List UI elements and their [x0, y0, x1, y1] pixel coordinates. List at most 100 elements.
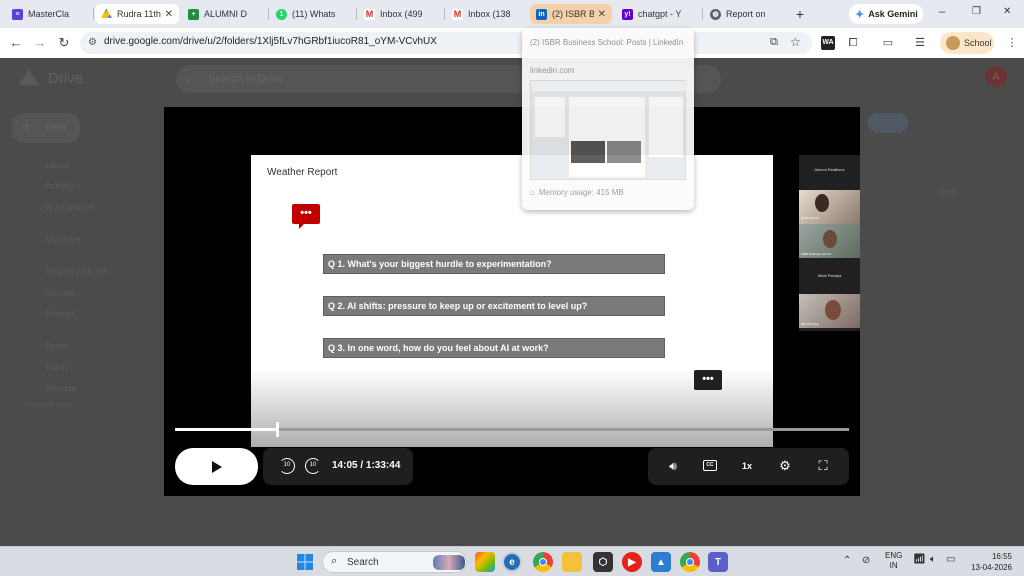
- tab-drive[interactable]: Rudra 11th ✕: [95, 4, 179, 24]
- new-tab-button[interactable]: +: [792, 5, 808, 23]
- extensions-puzzle-icon[interactable]: ⧠: [845, 35, 861, 51]
- copilot-icon[interactable]: [475, 552, 495, 572]
- close-tab-icon[interactable]: ✕: [598, 9, 606, 20]
- browser-menu-icon[interactable]: ⋮: [1004, 35, 1020, 51]
- forward-10-icon[interactable]: 10: [305, 458, 321, 474]
- nav-starred[interactable]: Starred: [45, 309, 75, 319]
- extension-wa-icon[interactable]: WA: [821, 36, 835, 50]
- volume-icon[interactable]: 🔊︎: [665, 458, 681, 474]
- close-tab-icon[interactable]: ✕: [165, 9, 173, 20]
- participant-name: Rudra Kamat: [801, 216, 819, 220]
- notifications-off-icon[interactable]: ⊘: [862, 555, 870, 566]
- sort-button[interactable]: Sort: [940, 186, 957, 196]
- tab-separator: [356, 8, 357, 20]
- thumb-header: [531, 81, 687, 91]
- install-app-icon[interactable]: ⧉: [770, 36, 778, 49]
- tab-masterclass[interactable]: ≡ MasterCla: [6, 4, 92, 24]
- file-explorer-icon[interactable]: [562, 552, 582, 572]
- back-arrow-icon[interactable]: ←: [8, 35, 24, 51]
- nav-spam[interactable]: Spam: [45, 341, 69, 351]
- panel-header: Alumni Relations: [814, 167, 845, 172]
- search-icon: ⌕: [331, 555, 338, 567]
- view-toggle[interactable]: [868, 113, 908, 133]
- app-cube-icon[interactable]: ⬡: [593, 552, 613, 572]
- tab-sheets[interactable]: + ALUMNI D: [182, 4, 266, 24]
- minimize-button[interactable]: –: [939, 6, 945, 18]
- tab-label: Rudra 11th: [117, 9, 161, 19]
- wifi-icon[interactable]: 📶︎: [913, 554, 926, 565]
- tab-yahoo[interactable]: y! chatgpt - Y: [616, 4, 700, 24]
- tab-gmail-1[interactable]: M Inbox (499: [358, 4, 442, 24]
- language-indicator[interactable]: ENG IN: [885, 551, 902, 571]
- profile-avatar-icon: [946, 36, 960, 50]
- clock[interactable]: 16:55 13-04-2026: [964, 551, 1012, 573]
- nav-shared[interactable]: Shared with me: [45, 266, 108, 276]
- chrome-profile-icon[interactable]: [680, 552, 700, 572]
- tab-whatsapp[interactable]: 1 (11) Whats: [270, 4, 354, 24]
- new-button[interactable]: + New: [12, 113, 80, 143]
- maximize-button[interactable]: ❐: [972, 6, 981, 17]
- slide-question-3: Q 3. In one word, how do you feel about …: [323, 338, 665, 358]
- memory-usage-text: Memory usage: 415 MB: [538, 188, 624, 197]
- memory-usage: ⌂ Memory usage: 415 MB: [530, 188, 624, 197]
- rewind-10-icon[interactable]: 10: [279, 458, 295, 474]
- nav-storage[interactable]: Storage: [45, 383, 77, 393]
- participant-name: Mirat Pandya: [801, 322, 819, 326]
- region-code: IN: [889, 561, 898, 570]
- taskbar-search-placeholder: Search: [347, 557, 379, 568]
- nav-trash[interactable]: Trash: [45, 362, 68, 372]
- nav-activity[interactable]: Activity: [45, 181, 74, 191]
- forward-arrow-icon[interactable]: →: [32, 35, 48, 51]
- profile-chip[interactable]: School: [940, 32, 994, 54]
- chat-bubble-icon: •••: [694, 370, 722, 390]
- windows-taskbar: ⌕ Search e ⬡ ▶ ▲ T ⌃ ⊘ ENG IN 📶︎ 🔈︎ ▭ 16…: [0, 546, 1024, 576]
- participant-figure: [823, 230, 837, 248]
- tab-separator: [444, 8, 445, 20]
- media-player-icon[interactable]: ▶: [622, 552, 642, 572]
- clock-date: 13-04-2026: [971, 563, 1012, 572]
- screen-cast-icon[interactable]: ▭: [880, 35, 896, 51]
- captions-icon[interactable]: CC: [703, 460, 717, 471]
- photos-icon[interactable]: ▲: [651, 552, 671, 572]
- whatsapp-icon: 1: [276, 8, 287, 20]
- reading-list-icon[interactable]: ☰: [912, 35, 928, 51]
- edge-icon[interactable]: e: [502, 552, 522, 572]
- speaker-icon[interactable]: 🔈︎: [930, 554, 936, 565]
- tab-label: Inbox (499: [380, 9, 423, 19]
- ask-gemini-button[interactable]: ✦ Ask Gemini: [849, 4, 923, 24]
- tab-label: (2) ISBR Bu: [552, 9, 594, 19]
- nav-home[interactable]: Home: [45, 160, 69, 170]
- masterclass-icon: ≡: [12, 8, 23, 20]
- player-time-controls: 10 10 14:05 / 1:33:44: [263, 448, 413, 485]
- fullscreen-icon[interactable]: ⛶: [815, 458, 831, 474]
- reload-icon[interactable]: ↻: [56, 35, 72, 51]
- google-sheets-icon: +: [188, 8, 199, 20]
- bookmark-star-icon[interactable]: ☆: [790, 35, 801, 49]
- browser-toolbar: ← → ↻ ⚙ drive.google.com/drive/u/2/folde…: [0, 28, 1024, 58]
- tab-report[interactable]: ◍ Report on: [704, 4, 788, 24]
- linkedin-icon: in: [536, 8, 547, 20]
- settings-gear-icon[interactable]: ⚙: [777, 458, 793, 474]
- thumb-right-card: [649, 97, 683, 157]
- tab-linkedin[interactable]: in (2) ISBR Bu ✕: [530, 4, 612, 24]
- address-bar[interactable]: ⚙ drive.google.com/drive/u/2/folders/1Xl…: [80, 32, 812, 54]
- windows-start-icon[interactable]: [296, 553, 314, 571]
- ask-gemini-label: Ask Gemini: [868, 9, 918, 19]
- slide-question-1: Q 1. What's your biggest hurdle to exper…: [323, 254, 665, 274]
- taskbar-search[interactable]: ⌕ Search: [322, 551, 467, 573]
- nav-my-drive[interactable]: My Drive: [45, 234, 81, 244]
- close-window-button[interactable]: ✕: [1003, 6, 1011, 17]
- nav-recent[interactable]: Recent: [45, 288, 74, 298]
- show-hidden-icons-chevron[interactable]: ⌃: [843, 555, 851, 566]
- battery-icon[interactable]: ▭: [946, 554, 955, 565]
- participant-figure: [815, 194, 829, 212]
- account-avatar[interactable]: A: [985, 66, 1007, 88]
- chrome-icon[interactable]: [533, 552, 553, 572]
- seek-handle[interactable]: [276, 422, 279, 437]
- tab-gmail-2[interactable]: M Inbox (138: [446, 4, 528, 24]
- site-info-icon[interactable]: ⚙: [88, 37, 97, 48]
- playback-speed-button[interactable]: 1x: [739, 458, 755, 474]
- teams-icon[interactable]: T: [708, 552, 728, 572]
- play-button[interactable]: [175, 448, 258, 485]
- nav-workspaces[interactable]: Workspaces: [45, 202, 94, 212]
